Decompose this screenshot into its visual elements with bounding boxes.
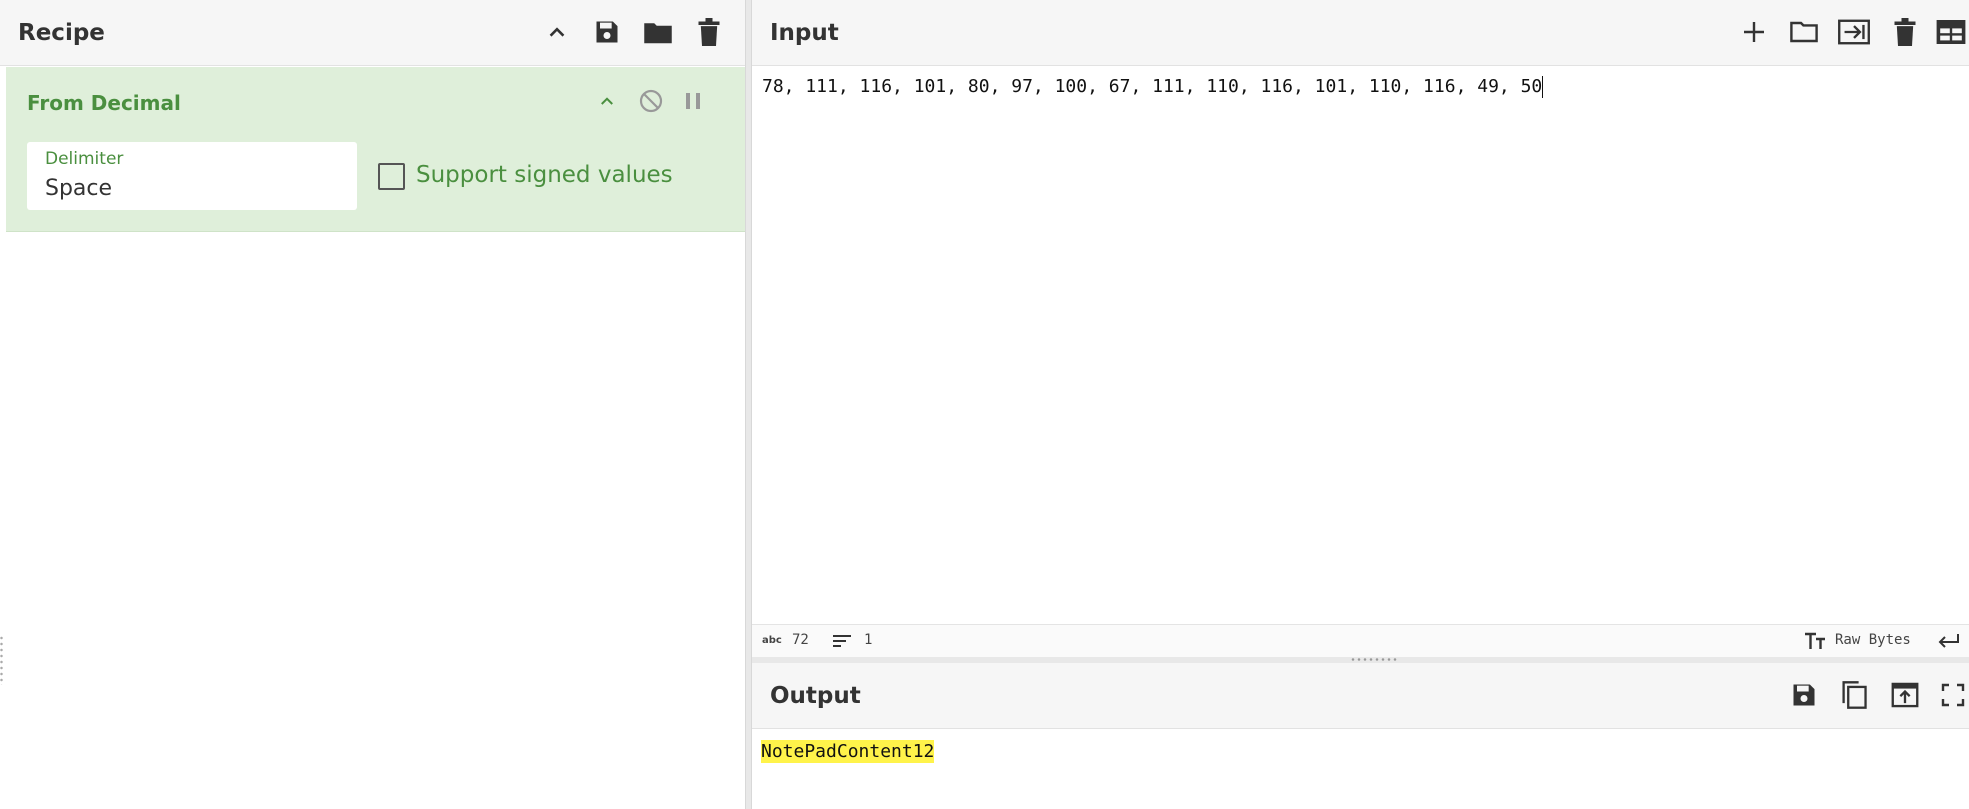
delimiter-label: Delimiter xyxy=(45,149,124,169)
collapse-operation-icon[interactable] xyxy=(589,83,625,119)
vertical-divider[interactable] xyxy=(745,0,752,809)
encoding-label[interactable]: Raw Bytes xyxy=(1835,632,1911,648)
copy-output-icon[interactable] xyxy=(1836,677,1872,713)
output-pane: Output xyxy=(752,663,1969,809)
load-file-icon[interactable] xyxy=(1836,14,1872,50)
recipe-header: Recipe xyxy=(0,0,745,66)
disable-operation-icon[interactable] xyxy=(633,83,669,119)
input-header: Input xyxy=(752,0,1969,66)
trash-icon[interactable] xyxy=(691,14,727,50)
pause-icon[interactable] xyxy=(675,83,711,119)
operation-from-decimal: From Decimal Delimiter Space Support sig… xyxy=(6,67,745,232)
pane-resize-handle[interactable] xyxy=(0,635,3,685)
lines-icon xyxy=(833,634,851,652)
input-textarea[interactable]: 78, 111, 116, 101, 80, 97, 100, 67, 111,… xyxy=(762,76,1544,98)
save-icon[interactable] xyxy=(589,14,625,50)
input-pane: Input xyxy=(752,0,1969,657)
output-title: Output xyxy=(770,683,861,709)
save-output-icon[interactable] xyxy=(1786,677,1822,713)
output-text[interactable]: NotePadContent12 xyxy=(761,740,935,763)
text-encoding-icon[interactable] xyxy=(1804,632,1826,654)
recipe-title: Recipe xyxy=(18,20,105,46)
operation-title: From Decimal xyxy=(27,91,181,115)
text-cursor xyxy=(1542,76,1544,98)
input-status-bar: abc 72 1 Raw Bytes xyxy=(752,624,1969,657)
output-header: Output xyxy=(752,663,1969,729)
input-title: Input xyxy=(770,20,839,46)
open-file-icon[interactable] xyxy=(1786,14,1822,50)
input-length: 72 xyxy=(792,632,809,648)
io-resize-grip[interactable] xyxy=(1350,658,1398,661)
input-lines: 1 xyxy=(864,632,873,648)
length-icon: abc xyxy=(762,635,782,646)
delimiter-field[interactable]: Delimiter Space xyxy=(27,142,357,210)
replace-input-icon[interactable] xyxy=(1887,677,1923,713)
word-wrap-icon[interactable] xyxy=(1937,633,1959,653)
open-folder-icon[interactable] xyxy=(640,14,676,50)
support-signed-checkbox[interactable] xyxy=(378,163,405,190)
delimiter-value[interactable]: Space xyxy=(45,176,112,201)
collapse-all-icon[interactable] xyxy=(539,14,575,50)
clear-input-icon[interactable] xyxy=(1887,14,1923,50)
add-tab-icon[interactable] xyxy=(1736,14,1772,50)
recipe-pane: Recipe From Decimal Delimiter Space Supp… xyxy=(0,0,745,809)
maximize-output-icon[interactable] xyxy=(1935,677,1969,713)
support-signed-label[interactable]: Support signed values xyxy=(416,162,673,188)
reset-layout-icon[interactable] xyxy=(1933,14,1969,50)
